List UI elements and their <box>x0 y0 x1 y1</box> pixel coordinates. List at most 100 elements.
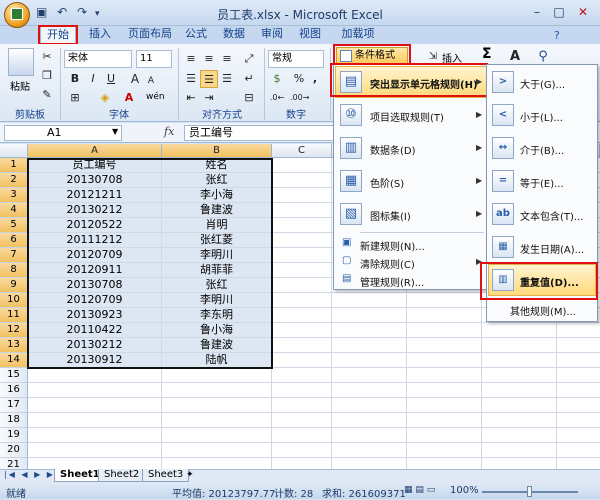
italic-button[interactable]: I <box>84 70 102 88</box>
cell[interactable] <box>272 368 332 383</box>
cell[interactable] <box>557 443 600 458</box>
underline-button[interactable]: U <box>102 70 120 88</box>
shrink-font-button[interactable]: A <box>142 72 160 90</box>
cell[interactable] <box>482 398 557 413</box>
select-all-corner[interactable] <box>0 144 28 158</box>
cell[interactable]: 鲁小海 <box>162 323 272 338</box>
cell[interactable] <box>482 413 557 428</box>
tab-insert[interactable]: 插入 <box>82 26 118 44</box>
cell[interactable] <box>407 308 482 323</box>
row-header[interactable]: 17 <box>0 398 28 413</box>
cell[interactable]: 姓名 <box>162 158 272 173</box>
cell[interactable] <box>272 458 332 469</box>
font-size-select[interactable]: 11 <box>136 50 172 68</box>
decrease-indent-icon[interactable]: ⇤ <box>182 89 200 107</box>
cell[interactable] <box>162 443 272 458</box>
cond-menu-small-item[interactable]: 清除规则(C) <box>360 256 415 271</box>
cell[interactable]: 鲁建波 <box>162 203 272 218</box>
cell[interactable] <box>272 353 332 368</box>
phonetic-button[interactable]: wén <box>146 92 165 102</box>
cell[interactable] <box>407 443 482 458</box>
cell[interactable]: 李东明 <box>162 308 272 323</box>
cell[interactable]: 20120709 <box>28 248 162 263</box>
cell[interactable]: 20120522 <box>28 218 162 233</box>
cell[interactable] <box>332 308 407 323</box>
cell[interactable] <box>407 458 482 469</box>
comma-button[interactable]: , <box>306 70 324 88</box>
cell[interactable] <box>162 398 272 413</box>
cell[interactable] <box>557 398 600 413</box>
increase-indent-icon[interactable]: ⇥ <box>200 89 218 107</box>
cell[interactable]: 员工编号 <box>28 158 162 173</box>
cell[interactable] <box>272 278 332 293</box>
help-icon[interactable]: ? <box>554 29 560 42</box>
cell[interactable]: 陆帆 <box>162 353 272 368</box>
row-header[interactable]: 1 <box>0 158 28 173</box>
cell[interactable]: 20130923 <box>28 308 162 323</box>
cell[interactable]: 张红 <box>162 173 272 188</box>
align-top-icon[interactable]: ≡ <box>182 50 200 68</box>
cell[interactable] <box>407 398 482 413</box>
cell[interactable] <box>557 368 600 383</box>
cell[interactable] <box>482 323 557 338</box>
minimize-button[interactable]: – <box>528 3 546 21</box>
cell[interactable]: 20130212 <box>28 203 162 218</box>
cell[interactable] <box>272 338 332 353</box>
currency-icon[interactable]: $ <box>268 70 286 88</box>
cell[interactable] <box>407 413 482 428</box>
cell[interactable] <box>272 233 332 248</box>
cell[interactable]: 20130708 <box>28 173 162 188</box>
cell[interactable] <box>272 188 332 203</box>
tab-page-layout[interactable]: 页面布局 <box>124 26 176 44</box>
cell[interactable] <box>332 398 407 413</box>
align-right-icon[interactable]: ☰ <box>218 70 236 88</box>
cut-icon[interactable]: ✂ <box>38 48 56 66</box>
insert-function-button[interactable]: fx <box>164 125 180 141</box>
zoom-slider-thumb[interactable] <box>527 486 532 497</box>
cond-menu-small-item[interactable]: 管理规则(R)... <box>360 274 424 289</box>
wrap-text-icon[interactable]: ↵ <box>240 70 258 88</box>
cell[interactable] <box>407 323 482 338</box>
cell[interactable] <box>272 263 332 278</box>
name-box[interactable]: A1 <box>4 125 122 141</box>
cell[interactable] <box>162 428 272 443</box>
merge-center-icon[interactable]: ⊟ <box>240 89 258 107</box>
cell[interactable]: 李明川 <box>162 293 272 308</box>
cell[interactable]: 20120911 <box>28 263 162 278</box>
cell[interactable] <box>407 383 482 398</box>
cell[interactable]: 胡菲菲 <box>162 263 272 278</box>
row-header[interactable]: 6 <box>0 233 28 248</box>
cell[interactable] <box>28 443 162 458</box>
row-header[interactable]: 19 <box>0 428 28 443</box>
cell[interactable] <box>162 458 272 469</box>
row-header[interactable]: 18 <box>0 413 28 428</box>
cell[interactable] <box>557 353 600 368</box>
cell[interactable] <box>557 458 600 469</box>
cell[interactable] <box>272 443 332 458</box>
fill-color-icon[interactable]: ◈ <box>96 89 114 107</box>
align-bottom-icon[interactable]: ≡ <box>218 50 236 68</box>
autosum-button[interactable]: Σ <box>482 46 492 62</box>
cell[interactable]: 鲁建波 <box>162 338 272 353</box>
cell[interactable] <box>482 458 557 469</box>
row-header[interactable]: 20 <box>0 443 28 458</box>
cell[interactable] <box>272 218 332 233</box>
row-header[interactable]: 5 <box>0 218 28 233</box>
cond-menu-small-item[interactable]: 新建规则(N)... <box>360 238 425 253</box>
sheet-tab-2[interactable]: Sheet2 <box>98 469 146 482</box>
align-center-icon[interactable]: ☰ <box>200 70 218 88</box>
cell[interactable] <box>272 398 332 413</box>
align-left-icon[interactable]: ☰ <box>182 70 200 88</box>
close-button[interactable]: ✕ <box>574 3 592 21</box>
office-button[interactable] <box>4 2 30 28</box>
sheet-tab-3[interactable]: Sheet3 <box>142 469 190 482</box>
cell[interactable]: 20111212 <box>28 233 162 248</box>
cell[interactable] <box>332 458 407 469</box>
cell[interactable] <box>407 353 482 368</box>
row-header[interactable]: 3 <box>0 188 28 203</box>
cell[interactable]: 肖明 <box>162 218 272 233</box>
cell[interactable] <box>162 383 272 398</box>
tab-review[interactable]: 审阅 <box>256 26 288 44</box>
cell[interactable] <box>557 338 600 353</box>
border-icon[interactable]: ⊞ <box>66 89 84 107</box>
